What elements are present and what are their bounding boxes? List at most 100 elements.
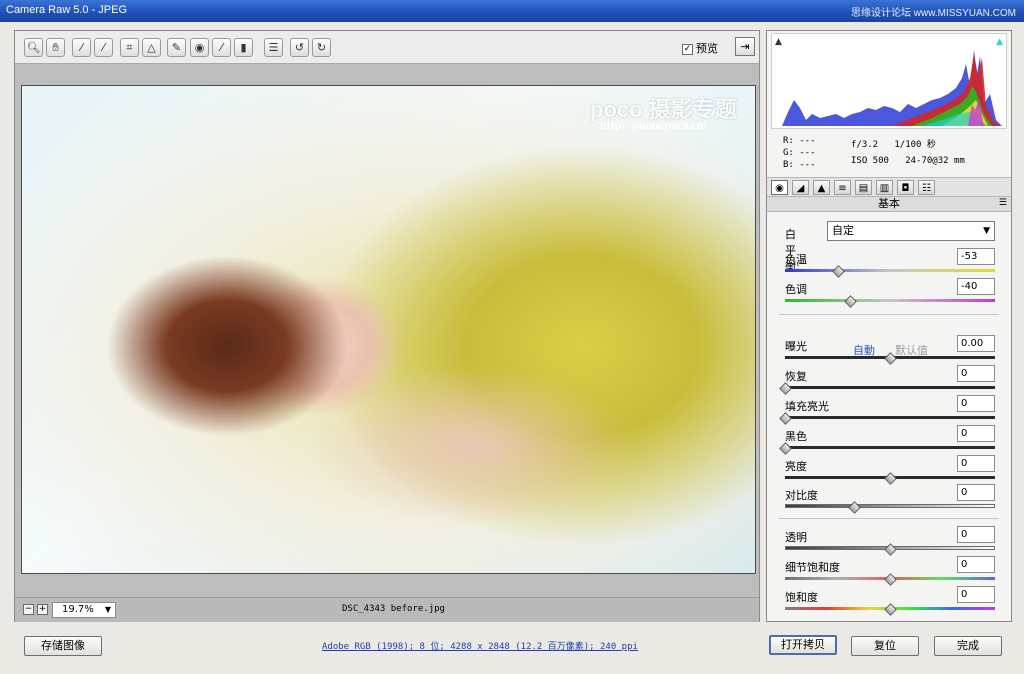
photo-preview[interactable]: poco 摄影专题 http://photo.poco.cn/ <box>21 85 756 574</box>
tab-tone-curve-icon[interactable]: ◢ <box>792 180 809 195</box>
zoom-out-icon[interactable]: − <box>23 604 34 615</box>
slider-vibrance[interactable]: 细节饱和度 0 <box>785 556 995 586</box>
slider-thumb[interactable] <box>884 472 897 485</box>
slider-tint[interactable]: 色调 -40 <box>785 278 995 308</box>
slider-track[interactable] <box>785 299 995 302</box>
slider-thumb[interactable] <box>831 265 845 278</box>
slider-thumb[interactable] <box>884 352 897 365</box>
divider <box>779 518 999 519</box>
slider-track[interactable] <box>785 504 995 508</box>
slider-fill-light[interactable]: 填充亮光 0 <box>779 395 995 425</box>
reset-button[interactable]: 复位 <box>851 636 919 656</box>
slider-value-input[interactable]: -53 <box>957 248 995 265</box>
save-image-button[interactable]: 存储图像 <box>24 636 102 656</box>
slider-contrast[interactable]: 对比度 0 <box>785 484 995 514</box>
slider-value-input[interactable]: 0 <box>957 365 995 382</box>
tab-presets-icon[interactable]: ☷ <box>918 180 935 195</box>
slider-value-input[interactable]: 0.00 <box>957 335 995 352</box>
shadow-clipping-icon[interactable]: ▲ <box>775 37 782 47</box>
tab-detail-icon[interactable]: ▲ <box>813 180 830 195</box>
graduated-filter-tool-icon[interactable]: ▮ <box>234 38 253 57</box>
slider-label: 曝光 <box>785 340 807 353</box>
rotate-right-icon[interactable]: ↻ <box>312 38 331 57</box>
slider-label: 填充亮光 <box>785 400 829 413</box>
lens: 24-70@32 mm <box>905 156 965 166</box>
slider-clarity[interactable]: 透明 0 <box>785 526 995 556</box>
zoom-level-select[interactable]: 19.7% ▼ <box>52 602 116 618</box>
crop-tool-icon[interactable]: ⌗ <box>120 38 139 57</box>
file-name: DSC_4343 before.jpg <box>342 604 445 614</box>
watermark-text: 思缘设计论坛 www.MISSYUAN.COM <box>850 8 1016 19</box>
panel-title: 基本 <box>878 197 900 210</box>
r-value: R: --- <box>783 136 816 146</box>
tab-basic-icon[interactable]: ◉ <box>771 180 788 195</box>
iso: ISO 500 <box>851 156 889 166</box>
slider-exposure[interactable]: 曝光 0.00 <box>785 335 995 365</box>
slider-label: 透明 <box>785 531 807 544</box>
tab-lens-icon[interactable]: ▥ <box>876 180 893 195</box>
camera-raw-dialog: 🔍︎ ✋︎ ⁄ ⁄ ⌗ △ ✎ ◉ ⁄ ▮ ☰ ↺ ↻ ✓ 预览 ⇥ poco 摄… <box>0 22 1024 674</box>
preferences-icon[interactable]: ☰ <box>264 38 283 57</box>
adjustment-brush-tool-icon[interactable]: ⁄ <box>212 38 231 57</box>
slider-thumb[interactable] <box>779 382 792 395</box>
preview-label: 预览 <box>696 42 718 55</box>
slider-blacks[interactable]: 黑色 0 <box>779 425 995 455</box>
slider-temperature[interactable]: 色温 -53 <box>785 248 995 278</box>
tab-camera-calibration-icon[interactable]: ◘ <box>897 180 914 195</box>
slider-thumb[interactable] <box>844 295 857 308</box>
open-copy-button[interactable]: 打开拷贝 <box>769 635 837 655</box>
divider <box>779 314 999 315</box>
fullscreen-icon[interactable]: ⇥ <box>735 37 755 56</box>
highlight-clipping-icon[interactable]: ▲ <box>996 37 1003 47</box>
slider-value-input[interactable]: 0 <box>957 425 995 442</box>
slider-label: 对比度 <box>785 489 818 502</box>
slider-value-input[interactable]: 0 <box>957 395 995 412</box>
title-bar: Camera Raw 5.0 - JPEG 思缘设计论坛 www.MISSYUA… <box>0 0 1024 22</box>
camera-info: R: --- G: --- B: --- f/3.2 1/100 秒 ISO 5… <box>771 133 1007 173</box>
done-button[interactable]: 完成 <box>934 636 1002 656</box>
slider-thumb[interactable] <box>884 603 897 616</box>
white-balance-select[interactable]: 自定 ▼ <box>827 221 995 241</box>
slider-track[interactable] <box>785 446 995 449</box>
slider-track[interactable] <box>785 386 995 389</box>
white-balance-tool-icon[interactable]: ⁄ <box>72 38 91 57</box>
rotate-left-icon[interactable]: ↺ <box>290 38 309 57</box>
slider-label: 色调 <box>785 283 807 296</box>
slider-value-input[interactable]: 0 <box>957 484 995 501</box>
histogram-graph <box>782 50 1002 126</box>
shutter-speed: 1/100 秒 <box>894 140 936 150</box>
slider-thumb[interactable] <box>779 412 792 425</box>
slider-saturation[interactable]: 饱和度 0 <box>785 586 995 616</box>
slider-track[interactable] <box>785 269 995 272</box>
slider-value-input[interactable]: 0 <box>957 586 995 603</box>
chevron-down-icon: ▼ <box>104 605 111 614</box>
panel-tabs: ◉ ◢ ▲ ≡ ▤ ▥ ◘ ☷ <box>767 177 1011 197</box>
straighten-tool-icon[interactable]: △ <box>142 38 161 57</box>
tab-split-toning-icon[interactable]: ▤ <box>855 180 872 195</box>
slider-thumb[interactable] <box>779 442 792 455</box>
slider-brightness[interactable]: 亮度 0 <box>785 455 995 485</box>
tab-hsl-icon[interactable]: ≡ <box>834 180 851 195</box>
color-sampler-tool-icon[interactable]: ⁄ <box>94 38 113 57</box>
workflow-options-link[interactable]: Adobe RGB (1998); 8 位; 4288 x 2848 (12.2… <box>322 639 638 652</box>
slider-recovery[interactable]: 恢复 0 <box>779 365 995 395</box>
slider-value-input[interactable]: -40 <box>957 278 995 295</box>
preview-checkbox[interactable]: ✓ <box>682 43 693 55</box>
slider-label: 饱和度 <box>785 591 818 604</box>
preview-toggle[interactable]: ✓ 预览 <box>682 40 718 56</box>
slider-value-input[interactable]: 0 <box>957 455 995 472</box>
panel-header: 基本 ☰ <box>767 197 1011 212</box>
slider-track[interactable] <box>785 416 995 419</box>
slider-value-input[interactable]: 0 <box>957 556 995 573</box>
slider-label: 恢复 <box>785 370 807 383</box>
panel-menu-icon[interactable]: ☰ <box>999 196 1007 210</box>
slider-value-input[interactable]: 0 <box>957 526 995 543</box>
adjustments-pane: ▲ ▲ R: --- G: --- B: --- f/3.2 1/100 秒 I… <box>766 30 1012 622</box>
spot-removal-tool-icon[interactable]: ✎ <box>167 38 186 57</box>
red-eye-tool-icon[interactable]: ◉ <box>190 38 209 57</box>
zoom-in-icon[interactable]: + <box>37 604 48 615</box>
slider-thumb[interactable] <box>884 573 897 586</box>
zoom-tool-icon[interactable]: 🔍︎ <box>24 38 43 57</box>
zoom-level-value: 19.7% <box>62 604 94 615</box>
hand-tool-icon[interactable]: ✋︎ <box>46 38 65 57</box>
